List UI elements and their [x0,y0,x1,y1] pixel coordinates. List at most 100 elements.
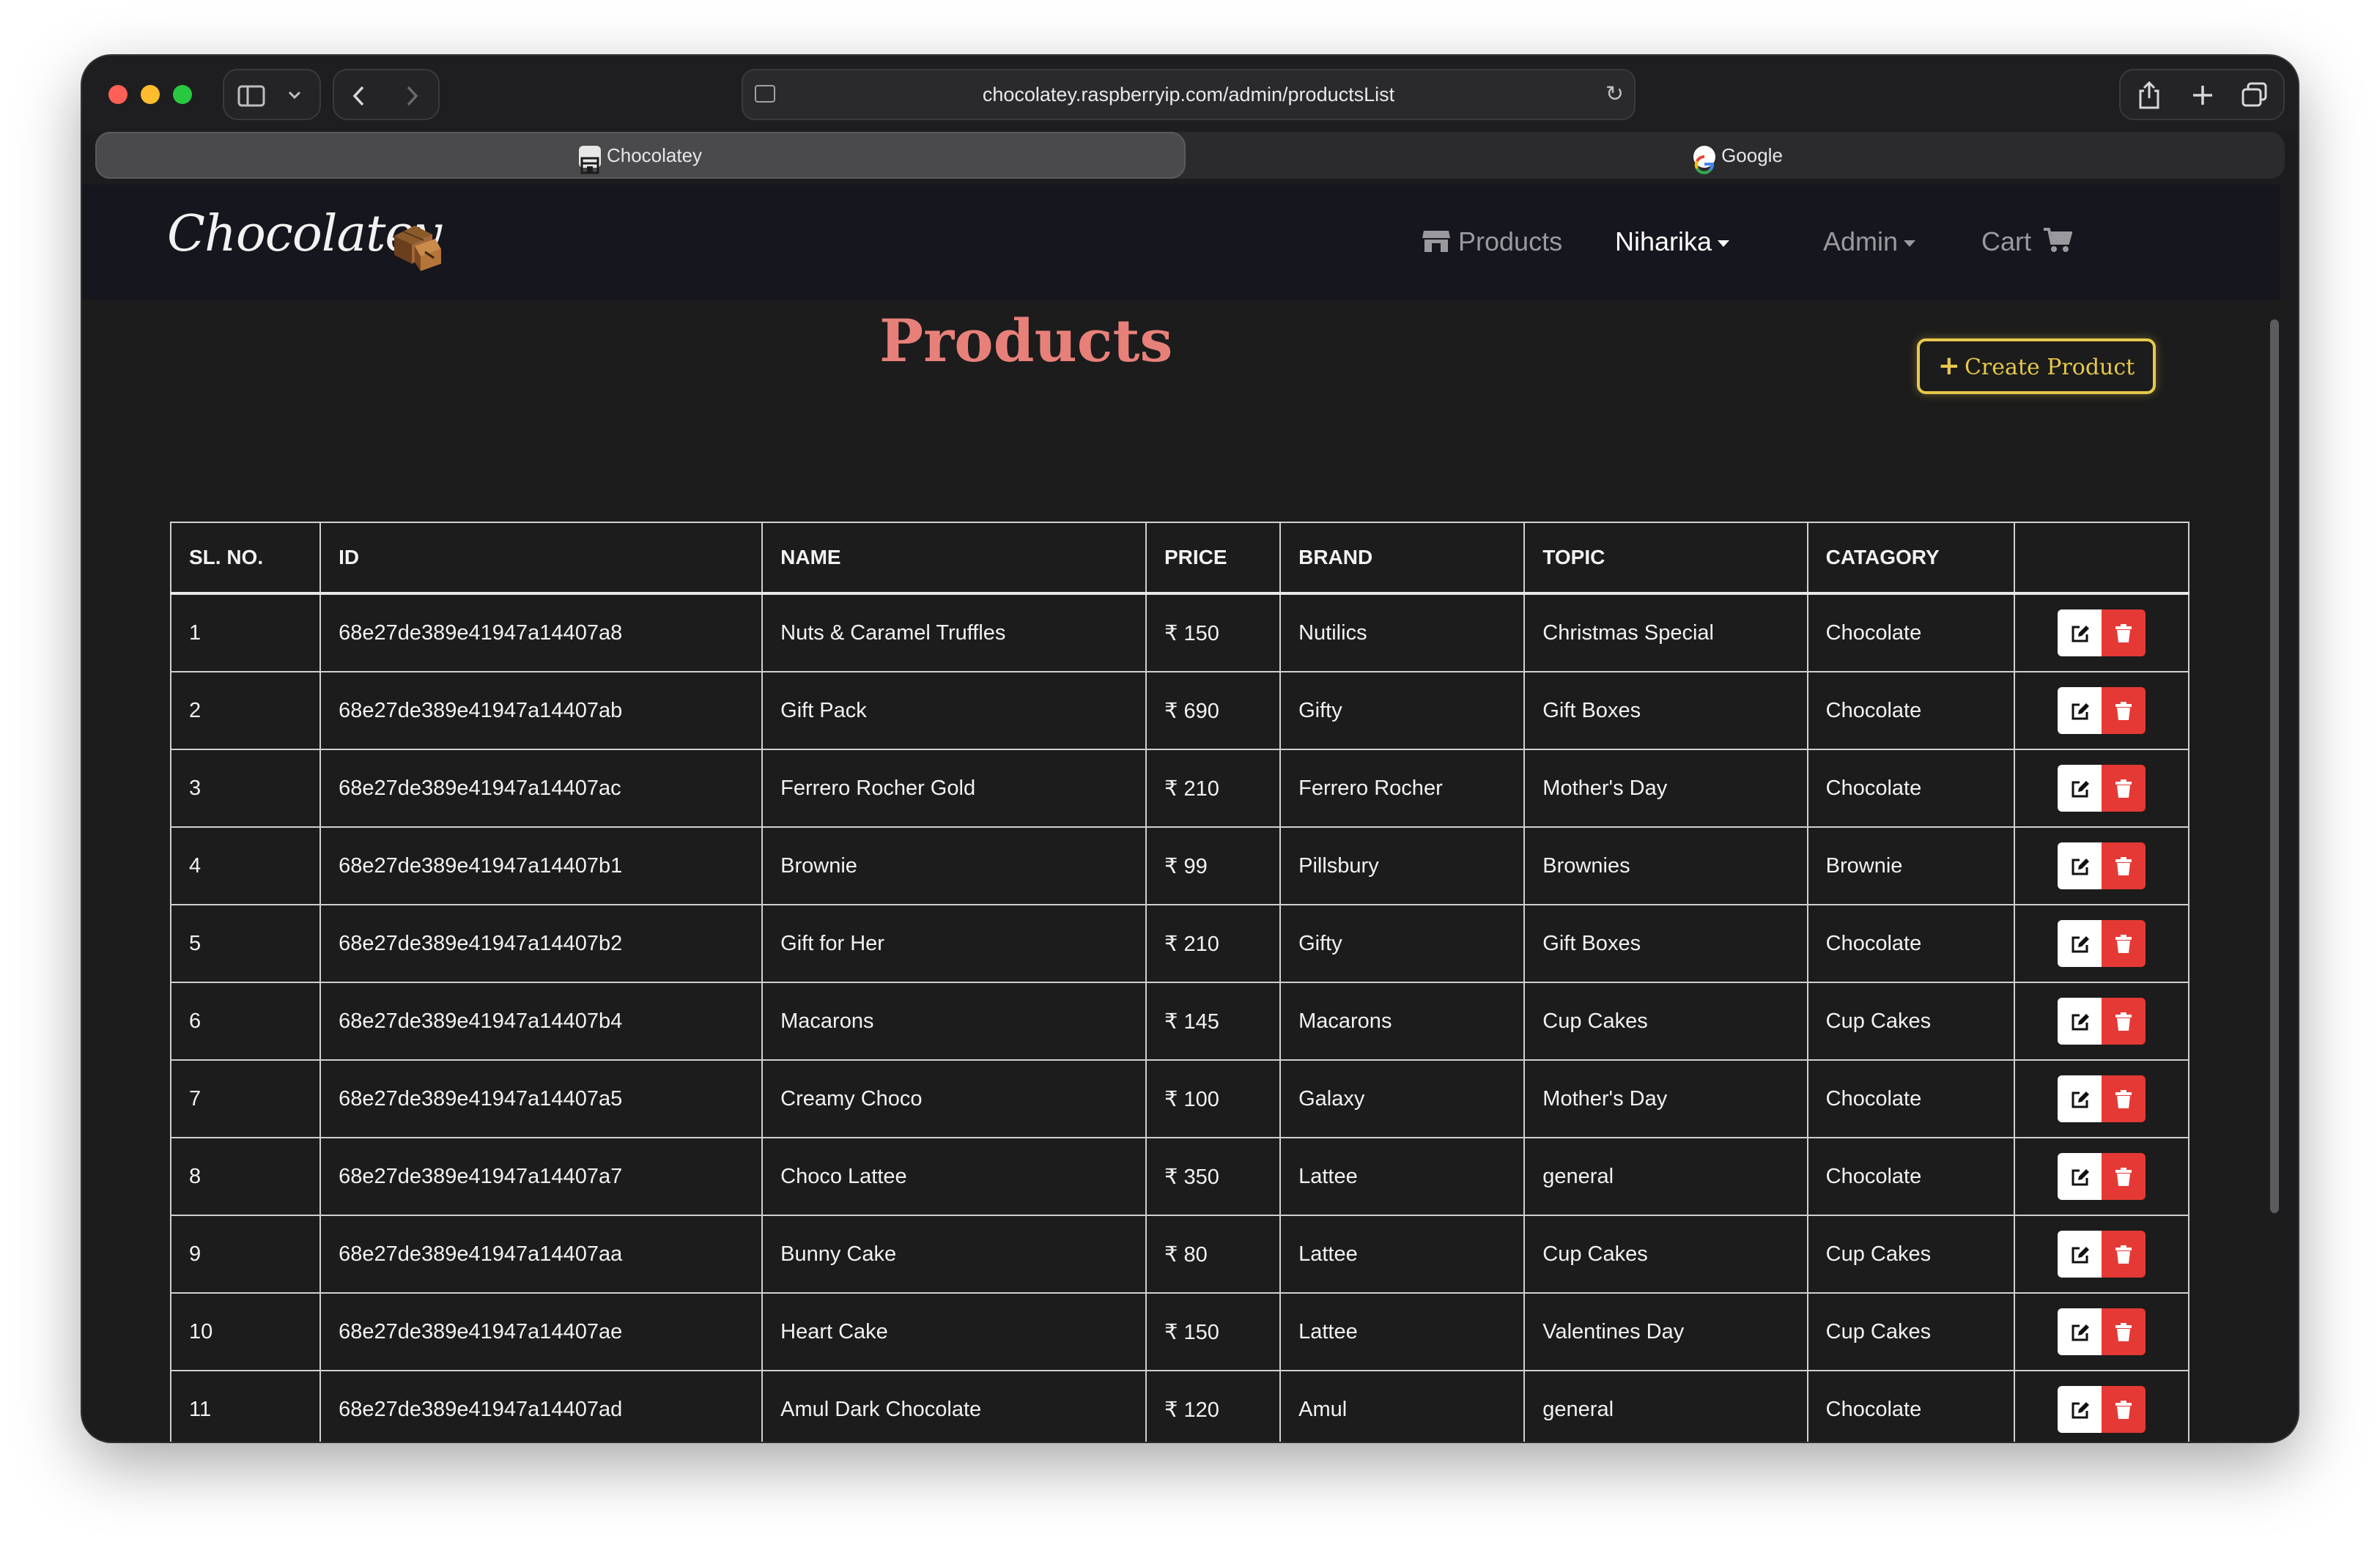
edit-button[interactable] [2058,1075,2102,1122]
reload-icon[interactable]: ↻ [1605,70,1624,119]
edit-button[interactable] [2058,1308,2102,1355]
delete-button[interactable] [2102,1075,2146,1122]
address-bar[interactable]: chocolatey.raspberryip.com/admin/product… [742,69,1636,120]
forward-icon[interactable] [404,85,419,107]
chevron-down-icon[interactable] [287,90,302,100]
trash-icon [2115,1323,2132,1341]
zoom-window-button[interactable] [173,85,192,104]
edit-button[interactable] [2058,1153,2102,1200]
trash-icon [2115,702,2132,720]
edit-button[interactable] [2058,842,2102,889]
edit-button[interactable] [2058,765,2102,812]
cell-brand: Lattee [1279,1137,1526,1216]
delete-button[interactable] [2102,1386,2146,1433]
page-title: Products [879,306,1173,375]
cell-category: Cup Cakes [1806,1292,2016,1371]
cell-actions [2014,1059,2189,1138]
delete-button[interactable] [2102,1308,2146,1355]
caret-down-icon [1718,240,1730,247]
delete-button[interactable] [2102,1153,2146,1200]
close-window-button[interactable] [108,85,128,104]
delete-button[interactable] [2102,1231,2146,1278]
tab-label: Google [1721,144,1783,166]
cell-category: Cup Cakes [1806,982,2016,1061]
edit-button[interactable] [2058,920,2102,967]
nav-cart[interactable]: Cart [1981,220,2073,264]
cell-sl-no: 10 [169,1292,322,1371]
sidebar-toggle-group[interactable] [223,69,321,120]
tab-chocolatey[interactable]: Chocolatey [95,132,1186,179]
edit-icon [2072,703,2090,720]
nav-user-dropdown[interactable]: Niharika [1615,220,1730,264]
browser-actions-group [2119,69,2285,120]
cell-brand: Lattee [1279,1215,1526,1294]
edit-button[interactable] [2058,1231,2102,1278]
edit-icon [2072,626,2090,642]
cell-price: ₹ 120 [1145,1370,1282,1442]
table-row: 1 68e27de389e41947a14407a8 Nuts & Caramel … [169,593,2189,672]
cell-actions [2014,1370,2189,1442]
share-icon[interactable] [2137,81,2162,110]
edit-icon [2072,1169,2090,1186]
nav-admin-dropdown[interactable]: Admin [1823,220,1916,264]
cell-category: Chocolate [1806,904,2016,983]
tab-label: Chocolatey [606,144,703,166]
tab-google[interactable]: Google [1191,132,2285,179]
cell-id: 68e27de389e41947a14407a5 [319,1059,764,1138]
edit-icon [2072,1014,2090,1031]
edit-icon [2072,781,2090,798]
cell-brand: Ferrero Rocher [1279,749,1526,828]
minimize-window-button[interactable] [141,85,160,104]
edit-button[interactable] [2058,998,2102,1045]
delete-button[interactable] [2102,765,2146,812]
cell-actions [2014,749,2189,828]
cell-id: 68e27de389e41947a14407ad [319,1370,764,1442]
caret-down-icon [1904,240,1916,247]
edit-button[interactable] [2058,1386,2102,1433]
cell-price: ₹ 690 [1145,671,1282,750]
sidebar-icon[interactable] [237,85,265,107]
page-scrollbar[interactable] [2270,319,2279,1213]
delete-button[interactable] [2102,842,2146,889]
cell-price: ₹ 150 [1145,1292,1282,1371]
table-row: 2 68e27de389e41947a14407ab Gift Pack ₹ 690 G… [169,671,2189,750]
cart-icon [2044,228,2073,252]
create-product-button[interactable]: + Create Product [1917,338,2156,394]
cell-actions [2014,1292,2189,1371]
trash-icon [2115,1245,2132,1264]
back-icon[interactable] [352,85,366,107]
edit-icon [2072,1402,2090,1419]
cell-brand: Gifty [1279,904,1526,983]
cell-name: Gift Pack [761,671,1147,750]
cell-topic: Christmas Special [1523,593,1808,672]
edit-button[interactable] [2058,687,2102,734]
cell-brand: Pillsbury [1279,826,1526,905]
trash-icon [2115,1012,2132,1031]
cell-sl-no: 2 [169,671,322,750]
cell-sl-no: 11 [169,1370,322,1442]
nav-products[interactable]: Products [1422,220,1562,264]
delete-button[interactable] [2102,687,2146,734]
tab-overview-icon[interactable] [2241,82,2269,108]
cell-price: ₹ 100 [1145,1059,1282,1138]
address-url[interactable]: chocolatey.raspberryip.com/admin/product… [743,70,1634,119]
web-page: Chocolatey Products Niharika Admin Cart … [82,185,2280,1442]
edit-button[interactable] [2058,609,2102,656]
new-tab-icon[interactable] [2191,84,2214,107]
delete-button[interactable] [2102,920,2146,967]
trash-icon [2115,624,2132,642]
cell-topic: Mother's Day [1523,1059,1808,1138]
site-navbar: Chocolatey Products Niharika Admin Cart [82,185,2280,300]
delete-button[interactable] [2102,609,2146,656]
cell-sl-no: 7 [169,1059,322,1138]
cell-price: ₹ 210 [1145,749,1282,828]
history-nav-group [333,69,440,120]
cell-topic: general [1523,1370,1808,1442]
cell-name: Nuts & Caramel Truffles [761,593,1147,672]
cell-sl-no: 4 [169,826,322,905]
cell-topic: general [1523,1137,1808,1216]
cell-name: Bunny Cake [761,1215,1147,1294]
trash-icon [2115,1401,2132,1419]
cell-topic: Brownies [1523,826,1808,905]
delete-button[interactable] [2102,998,2146,1045]
